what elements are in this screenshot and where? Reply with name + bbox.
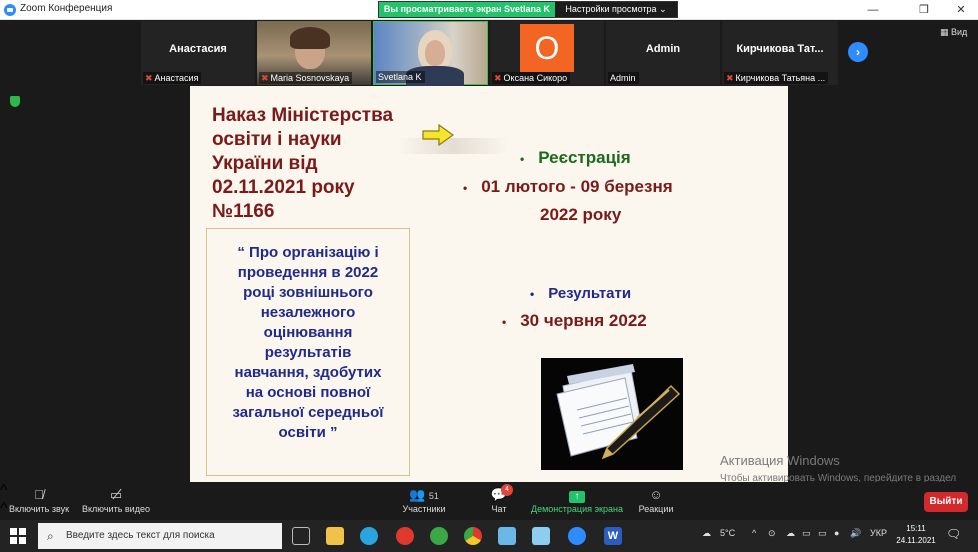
share-banner: Вы просматриваете экран Svetlana K Настр… — [378, 1, 678, 18]
view-button[interactable]: ▦ Вид — [940, 27, 967, 38]
participant-hair — [290, 27, 330, 49]
windows-taskbar: ⌕ Введите здесь текст для поиска W ☁ 5°C… — [0, 520, 978, 552]
registration-bullet: • Реєстрація — [520, 148, 631, 167]
tray-app-icon[interactable]: ⊙ — [768, 528, 776, 539]
torrent-app-icon[interactable] — [430, 527, 448, 545]
language-indicator[interactable]: УКР — [870, 528, 887, 538]
windows-activation-title: Активация Windows — [720, 453, 840, 468]
decree-title: Наказ Міністерства освіти і науки Україн… — [212, 105, 394, 222]
participant-tile-anastasia[interactable]: Анастасия ✖ Анастасия — [141, 21, 255, 85]
taskbar-clock[interactable]: 15:11 24.11.2021 — [896, 523, 936, 547]
participant-label: ✖ Анастасия — [143, 72, 202, 84]
participant-gallery: Анастасия ✖ Анастасия ✖ Maria Sosnovskaya … — [0, 20, 978, 86]
grid-icon: ▦ — [940, 27, 949, 37]
app-icon-red[interactable] — [396, 527, 414, 545]
app-icon-lightblue[interactable] — [532, 527, 550, 545]
participant-avatar: О — [520, 24, 574, 72]
task-view-icon[interactable] — [292, 527, 310, 545]
zoom-taskbar-icon[interactable] — [568, 527, 586, 545]
cloud-icon[interactable]: ☁ — [786, 528, 795, 539]
participant-tile-svetlana[interactable]: Svetlana K — [373, 21, 488, 86]
participant-label: ✖ Оксана Сикоро — [492, 72, 571, 84]
meeting-toolbar: 🎙̸ Включить звук ^ ▭̸ Включить видео ^ 👥… — [0, 482, 978, 535]
zoom-app-icon — [4, 4, 16, 16]
temperature-text: 5°C — [720, 528, 736, 538]
chevron-right-icon: › — [856, 45, 860, 59]
chevron-down-icon: ⌄ — [659, 4, 667, 14]
volume-icon[interactable]: 🔊 — [850, 528, 861, 539]
window-title: Zoom Конференция — [20, 3, 113, 14]
participants-icon: 👥 51 — [409, 487, 439, 502]
registration-dates-bullet: • 01 лютого - 09 березня — [463, 177, 673, 196]
minimize-icon[interactable]: — — [858, 0, 888, 20]
share-screen-button[interactable]: ↑ Демонстрация экрана — [530, 486, 624, 514]
document-pen-icon — [541, 358, 683, 470]
arrow-right-icon — [422, 124, 454, 146]
participant-tile-oksana[interactable]: О ✖ Оксана Сикоро — [490, 21, 604, 85]
reactions-button[interactable]: ☺ Реакции — [634, 486, 678, 514]
muted-mic-icon: 🎙̸ — [34, 487, 44, 502]
participant-label: ✖ Maria Sosnovskaya — [259, 72, 353, 84]
battery-icon[interactable]: ▭ — [818, 528, 827, 539]
muted-mic-icon: ✖ — [145, 73, 153, 83]
start-video-button[interactable]: ▭̸ Включить видео — [80, 486, 152, 514]
quote-box: “ Про організацію і проведення в 2022 ро… — [206, 228, 410, 476]
tray-expand-icon[interactable]: ^ — [752, 528, 756, 538]
participant-label: Admin — [608, 72, 639, 84]
file-explorer-icon[interactable] — [326, 527, 344, 545]
participants-button[interactable]: 👥 51 Участники — [400, 486, 448, 514]
microphone-icon[interactable]: ● — [834, 528, 839, 538]
network-icon[interactable]: ▭ — [802, 528, 811, 539]
security-shield-icon[interactable] — [10, 96, 20, 107]
edge-browser-icon[interactable] — [360, 527, 378, 545]
search-icon: ⌕ — [47, 529, 54, 543]
chat-badge: 4 — [501, 484, 513, 496]
participant-video — [425, 40, 445, 66]
close-icon[interactable]: ✕ — [946, 0, 976, 20]
participant-tile-admin[interactable]: Admin Admin — [606, 21, 720, 85]
windows-start-icon[interactable] — [10, 528, 26, 544]
notification-icon[interactable]: 🗨 — [946, 527, 961, 541]
taskbar-search-input[interactable]: ⌕ Введите здесь текст для поиска — [38, 523, 282, 549]
participant-tile-maria[interactable]: ✖ Maria Sosnovskaya — [257, 21, 371, 85]
app-icon-blue[interactable] — [498, 527, 516, 545]
next-page-button[interactable]: › — [848, 42, 868, 62]
video-off-icon: ▭̸ — [109, 487, 123, 502]
view-options-button[interactable]: Настройки просмотра ⌄ — [555, 2, 677, 17]
muted-mic-icon: ✖ — [726, 73, 734, 83]
chrome-browser-icon[interactable] — [464, 527, 482, 545]
share-banner-text: Вы просматриваете экран Svetlana K — [379, 2, 555, 17]
reactions-icon: ☺ — [649, 487, 663, 502]
leave-meeting-button[interactable]: Выйти — [924, 492, 968, 512]
weather-icon[interactable]: ☁ — [702, 528, 711, 539]
muted-mic-icon: ✖ — [261, 73, 269, 83]
participant-tile-kirchikova[interactable]: Кирчикова Тат... ✖ Кирчикова Татьяна ... — [722, 21, 838, 85]
unmute-button[interactable]: 🎙̸ Включить звук — [6, 486, 72, 514]
restore-icon[interactable]: ❐ — [909, 0, 939, 20]
muted-mic-icon: ✖ — [494, 73, 502, 83]
registration-dates-line2: 2022 року — [540, 205, 622, 224]
share-screen-icon: ↑ — [530, 486, 624, 504]
results-date-bullet: • 30 червня 2022 — [502, 311, 647, 330]
word-app-icon[interactable]: W — [604, 527, 622, 545]
window-titlebar: Zoom Конференция Вы просматриваете экран… — [0, 0, 978, 20]
results-bullet: • Результати — [530, 285, 632, 302]
participant-label: ✖ Кирчикова Татьяна ... — [724, 72, 829, 84]
participant-label: Svetlana K — [376, 71, 425, 83]
document-clipart — [541, 358, 683, 470]
shared-screen-slide: Наказ Міністерства освіти і науки Україн… — [190, 86, 788, 482]
